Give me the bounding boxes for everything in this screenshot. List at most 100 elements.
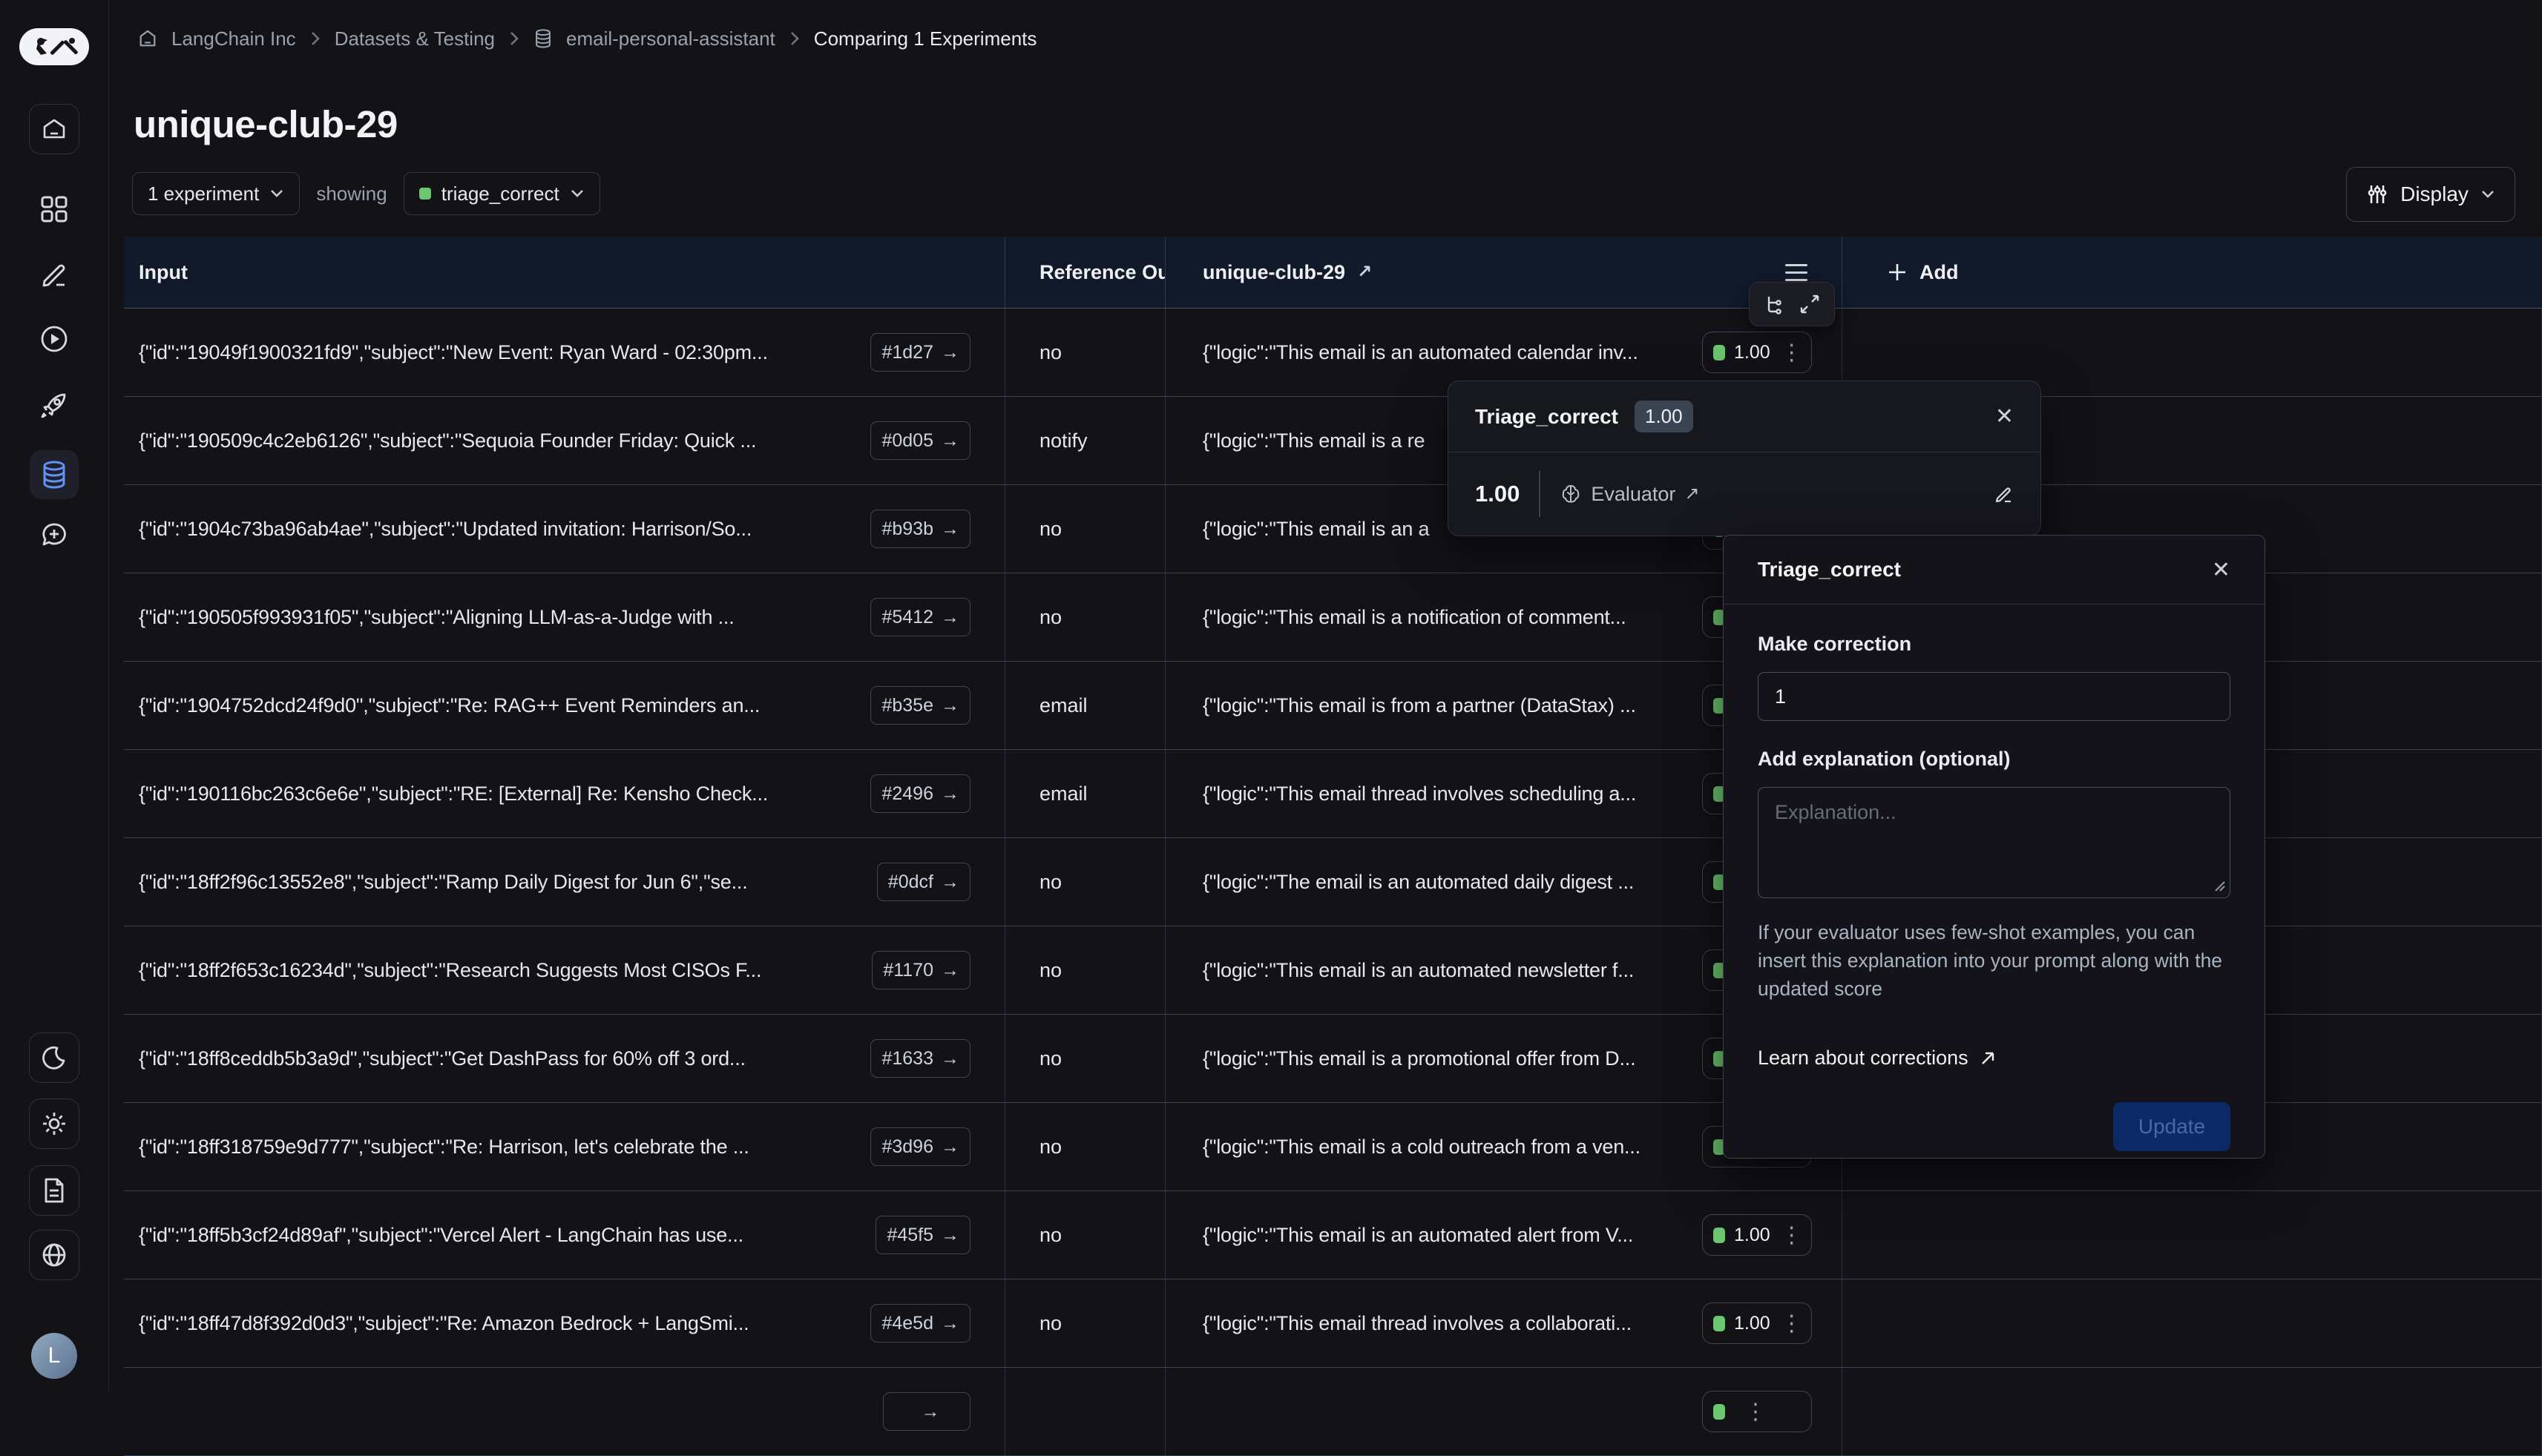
reference-output-cell[interactable]: no <box>1005 926 1165 1014</box>
input-cell[interactable]: {"id":"18ff2f653c16234d","subject":"Rese… <box>124 926 1005 1014</box>
experiment-column-title[interactable]: unique-club-29 <box>1203 261 1345 284</box>
dark-mode-toggle[interactable] <box>29 1032 79 1083</box>
learn-about-corrections-link[interactable]: Learn about corrections <box>1758 1047 2230 1070</box>
column-header-experiment[interactable]: unique-club-29 ↗ <box>1165 237 1842 308</box>
example-link-badge[interactable]: #2496 → <box>870 774 971 813</box>
input-json-text: {"id":"18ff8ceddb5b3a9d","subject":"Get … <box>139 1047 853 1070</box>
feedback-score-chip[interactable]: 1.00 ⋮ <box>1702 332 1812 373</box>
sidebar-item-feedback[interactable] <box>39 520 70 551</box>
reference-output-cell[interactable] <box>1005 1368 1165 1455</box>
input-cell[interactable]: {"id":"190116bc263c6e6e","subject":"RE: … <box>124 750 1005 837</box>
experiment-selector[interactable]: 1 experiment <box>132 172 300 215</box>
breadcrumb-section[interactable]: Datasets & Testing <box>335 27 495 50</box>
reference-output-cell[interactable]: email <box>1005 750 1165 837</box>
open-evaluator-icon[interactable]: ↗ <box>1684 485 1699 503</box>
input-cell[interactable]: {"id":"18ff2f96c13552e8","subject":"Ramp… <box>124 838 1005 926</box>
column-menu-icon[interactable] <box>1785 264 1807 281</box>
correction-value-input[interactable] <box>1758 672 2230 721</box>
input-cell[interactable]: {"id":"18ff47d8f392d0d3","subject":"Re: … <box>124 1279 1005 1367</box>
open-experiment-icon[interactable]: ↗ <box>1357 263 1372 281</box>
reference-output-cell[interactable]: no <box>1005 573 1165 661</box>
docs-button[interactable] <box>29 1165 79 1216</box>
column-header-add[interactable]: Add <box>1842 237 2542 308</box>
column-header-reference-output[interactable]: Reference Output <box>1005 237 1165 308</box>
edit-score-button[interactable] <box>1993 484 2014 504</box>
input-json-text: {"id":"19049f1900321fd9","subject":"New … <box>139 341 853 364</box>
home-icon[interactable] <box>137 28 158 49</box>
experiment-output-cell[interactable]: ⋮ <box>1165 1368 1842 1455</box>
breadcrumb-org[interactable]: LangChain Inc <box>171 27 296 50</box>
input-cell[interactable]: {"id":"1904c73ba96ab4ae","subject":"Upda… <box>124 485 1005 573</box>
reference-output-cell[interactable]: no <box>1005 1103 1165 1190</box>
input-cell[interactable]: {"id":"18ff318759e9d777","subject":"Re: … <box>124 1103 1005 1190</box>
table-row[interactable]: → ⋮ <box>124 1368 2542 1456</box>
kebab-menu-icon[interactable]: ⋮ <box>1781 1222 1803 1248</box>
close-icon[interactable]: ✕ <box>2212 557 2230 583</box>
input-cell[interactable]: {"id":"18ff8ceddb5b3a9d","subject":"Get … <box>124 1015 1005 1102</box>
table-header: Input Reference Output unique-club-29 ↗ … <box>124 237 2542 309</box>
table-row[interactable]: {"id":"18ff5b3cf24d89af","subject":"Verc… <box>124 1191 2542 1279</box>
feedback-key-selector[interactable]: triage_correct <box>404 172 600 215</box>
reference-output-cell[interactable]: no <box>1005 485 1165 573</box>
close-icon[interactable]: ✕ <box>1995 403 2014 429</box>
arrow-right-icon: → <box>941 430 959 452</box>
example-link-badge[interactable]: #b35e → <box>870 686 971 725</box>
feedback-score-chip[interactable]: 1.00 ⋮ <box>1702 1214 1812 1256</box>
table-row[interactable]: {"id":"19049f1900321fd9","subject":"New … <box>124 309 2542 397</box>
reference-output-cell[interactable]: notify <box>1005 397 1165 484</box>
example-link-badge[interactable]: #1170 → <box>872 951 971 989</box>
display-settings-button[interactable]: Display <box>2346 167 2515 222</box>
example-link-badge[interactable]: → <box>883 1392 971 1431</box>
reference-output-cell[interactable]: no <box>1005 1191 1165 1279</box>
user-avatar[interactable]: L <box>31 1333 77 1379</box>
update-button[interactable]: Update <box>2113 1102 2230 1151</box>
reference-output-cell[interactable]: email <box>1005 662 1165 749</box>
sidebar-item-annotation[interactable] <box>39 259 70 290</box>
table-row[interactable]: {"id":"18ff47d8f392d0d3","subject":"Re: … <box>124 1279 2542 1368</box>
expand-icon[interactable] <box>1799 293 1821 315</box>
feedback-score-chip[interactable]: ⋮ <box>1702 1391 1812 1432</box>
reference-output-cell[interactable]: no <box>1005 1279 1165 1367</box>
example-link-badge[interactable]: #1d27 → <box>870 333 971 372</box>
example-link-badge[interactable]: #4e5d → <box>870 1304 971 1343</box>
input-cell[interactable]: {"id":"1904752dcd24f9d0","subject":"Re: … <box>124 662 1005 749</box>
explanation-textarea[interactable] <box>1758 787 2230 898</box>
example-link-badge[interactable]: #b93b → <box>870 510 971 548</box>
kebab-menu-icon[interactable]: ⋮ <box>1781 340 1803 366</box>
evaluator-source[interactable]: Evaluator ↗ <box>1560 483 1699 506</box>
example-link-badge[interactable]: #0d05 → <box>870 421 971 460</box>
sidebar-item-dashboards[interactable] <box>39 194 69 224</box>
feedback-score-chip[interactable]: 1.00 ⋮ <box>1702 1302 1812 1344</box>
kebab-menu-icon[interactable]: ⋮ <box>1744 1399 1767 1425</box>
experiment-output-cell[interactable]: {"logic":"This email thread involves a c… <box>1165 1279 1842 1367</box>
sidebar-item-datasets[interactable] <box>30 450 79 499</box>
settings-button[interactable] <box>29 1098 79 1149</box>
sidebar-item-playground[interactable] <box>39 323 70 355</box>
example-link-badge[interactable]: #45f5 → <box>876 1216 971 1254</box>
input-cell[interactable]: {"id":"19049f1900321fd9","subject":"New … <box>124 309 1005 396</box>
input-cell[interactable]: {"id":"190505f993931f05","subject":"Alig… <box>124 573 1005 661</box>
reference-output-cell[interactable]: no <box>1005 838 1165 926</box>
breadcrumb-dataset[interactable]: email-personal-assistant <box>566 27 775 50</box>
kebab-menu-icon[interactable]: ⋮ <box>1781 1311 1803 1337</box>
sidebar-item-deployments[interactable] <box>38 389 70 421</box>
database-icon <box>40 460 68 490</box>
example-link-badge[interactable]: #1633 → <box>870 1039 971 1078</box>
table-row[interactable]: {"id":"190509c4c2eb6126","subject":"Sequ… <box>124 397 2542 485</box>
input-cell[interactable]: → <box>124 1368 1005 1455</box>
arrow-right-icon: → <box>922 1401 940 1423</box>
sidebar-item-home[interactable] <box>29 104 79 154</box>
example-link-badge[interactable]: #5412 → <box>870 598 971 636</box>
trace-tree-icon[interactable] <box>1763 293 1785 315</box>
langsmith-logo[interactable] <box>19 28 89 65</box>
input-cell[interactable]: {"id":"18ff5b3cf24d89af","subject":"Verc… <box>124 1191 1005 1279</box>
reference-output-cell[interactable]: no <box>1005 1015 1165 1102</box>
rocket-icon <box>38 389 70 421</box>
column-header-input[interactable]: Input <box>124 237 1005 308</box>
reference-output-cell[interactable]: no <box>1005 309 1165 396</box>
input-cell[interactable]: {"id":"190509c4c2eb6126","subject":"Sequ… <box>124 397 1005 484</box>
example-link-badge[interactable]: #3d96 → <box>870 1127 971 1166</box>
language-button[interactable] <box>29 1230 79 1280</box>
experiment-output-cell[interactable]: {"logic":"This email is an automated ale… <box>1165 1191 1842 1279</box>
example-link-badge[interactable]: #0dcf → <box>877 863 971 901</box>
